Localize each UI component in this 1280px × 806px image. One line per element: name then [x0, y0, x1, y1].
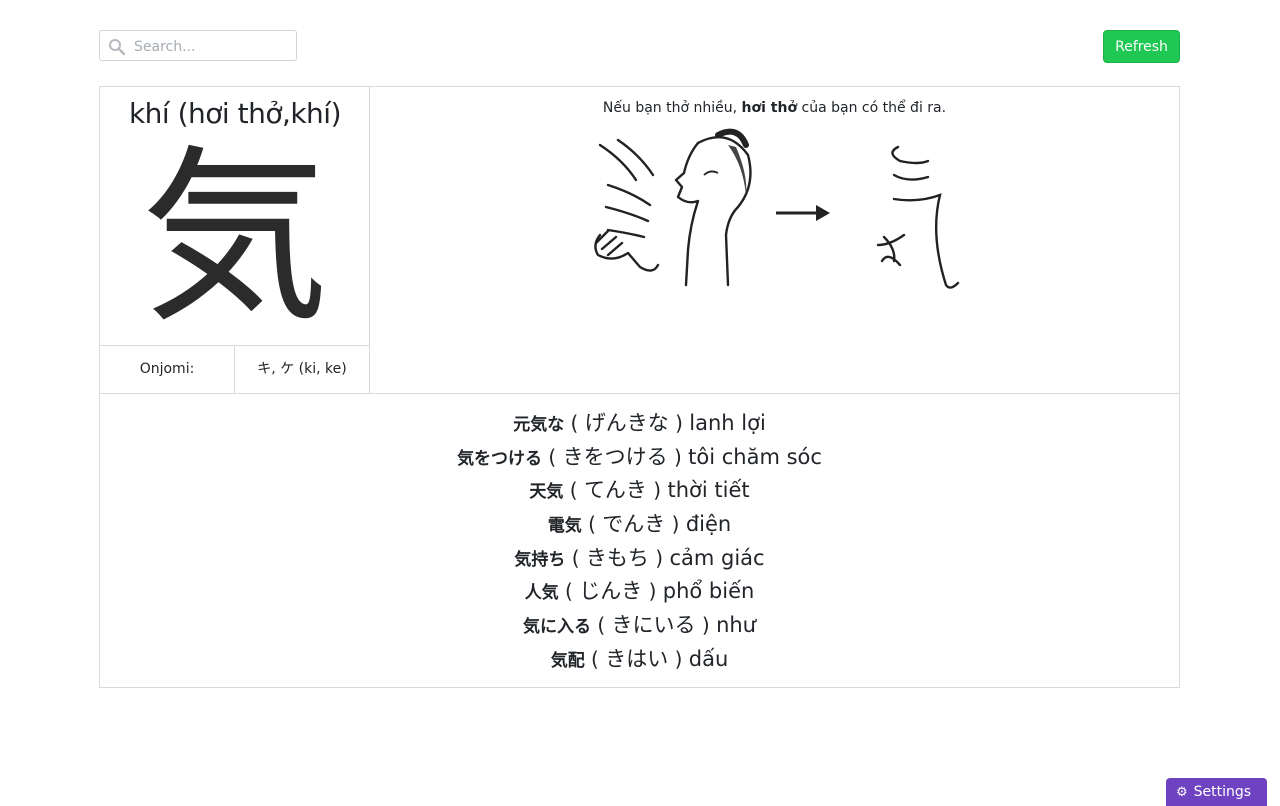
search-icon — [109, 39, 126, 56]
reading-row: Onjomi: キ, ケ (ki, ke) — [100, 345, 370, 393]
vocab-item: 人気 ( じんき ) phổ biến — [100, 575, 1179, 609]
reading-value: キ, ケ (ki, ke) — [257, 361, 347, 377]
refresh-button[interactable]: Refresh — [1103, 30, 1180, 63]
vocab-paren-open: ( — [581, 512, 603, 537]
vocab-paren-open: ( — [558, 579, 580, 604]
kanji-card: khí (hơi thở,khí) 気 Onjomi: キ, ケ (ki, ke… — [99, 86, 1180, 688]
vocab-meaning: phổ biến — [662, 579, 755, 604]
vocab-paren-close: ) — [668, 411, 690, 435]
vocab-kana: きもち — [585, 545, 649, 570]
vocab-item: 気に入る ( きにいる ) như — [100, 609, 1179, 643]
vocab-word: 電気 — [547, 516, 582, 537]
vocab-word: 人気 — [524, 583, 559, 604]
top-bar: Refresh — [99, 30, 1180, 64]
vocab-meaning: như — [716, 613, 756, 638]
vocab-item: 電気 ( でんき ) điện — [100, 508, 1179, 542]
mnemonic-before: Nếu bạn thở nhiều, — [602, 100, 742, 116]
arrow-right-icon — [776, 205, 830, 221]
vocab-meaning: lanh lợi — [689, 411, 766, 435]
vocab-paren-close: ) — [648, 545, 670, 570]
vocab-paren-open: ( — [564, 411, 585, 435]
vocab-kana: きをつける — [562, 444, 668, 469]
vocab-word: 元気な — [513, 415, 565, 435]
vocab-paren-close: ) — [668, 646, 689, 671]
vocab-word: 天気 — [529, 482, 564, 503]
vocabulary-list: 元気な ( げんきな ) lanh lợi 気をつける ( きをつける ) tôi… — [100, 393, 1179, 687]
vocab-item: 元気な ( げんきな ) lanh lợi — [100, 407, 1179, 441]
reading-label: Onjomi: — [100, 346, 235, 393]
vocab-word: 気に入る — [523, 617, 591, 638]
mnemonic-text: Nếu bạn thở nhiều, hơi thở của bạn có th… — [370, 100, 1179, 116]
vocab-paren-open: ( — [584, 646, 606, 671]
vocab-paren-open: ( — [563, 478, 584, 503]
vocab-word: 気持ち — [514, 549, 566, 570]
vocab-kana: でんき — [602, 512, 666, 537]
vocab-meaning: cảm giác — [669, 545, 765, 570]
vocab-paren-open: ( — [542, 444, 563, 469]
kanji-panel: khí (hơi thở,khí) 気 Onjomi: キ, ケ (ki, ke… — [100, 87, 370, 393]
vocab-paren-close: ) — [646, 478, 668, 503]
vocab-paren-open: ( — [591, 613, 612, 638]
mnemonic-illustration — [594, 128, 960, 289]
mnemonic-after: của bạn có thể đi ra. — [797, 100, 947, 116]
vocab-kana: てんき — [583, 478, 647, 503]
gear-icon: ⚙ — [1176, 785, 1188, 800]
vocab-item: 気配 ( きはい ) dấu — [100, 643, 1179, 677]
vocab-item: 気持ち ( きもち ) cảm giác — [100, 542, 1179, 576]
vocab-paren-close: ) — [642, 579, 663, 604]
vocab-paren-close: ) — [695, 613, 717, 638]
mnemonic-highlight: hơi thở — [741, 100, 798, 116]
vocab-meaning: thời tiết — [667, 478, 750, 503]
vocab-item: 天気 ( てんき ) thời tiết — [100, 474, 1179, 508]
vocab-kana: げんきな — [584, 411, 669, 435]
search-input[interactable] — [132, 35, 296, 59]
settings-label: Settings — [1193, 784, 1252, 800]
vocab-meaning: tôi chăm sóc — [688, 444, 822, 469]
vocab-kana: きはい — [605, 646, 669, 671]
vocab-kana: きにいる — [611, 613, 696, 638]
vocab-meaning: dấu — [688, 646, 729, 671]
vocab-meaning: điện — [685, 512, 732, 537]
kanji-character: 気 — [141, 129, 329, 348]
mnemonic-panel: Nếu bạn thở nhiều, hơi thở của bạn có th… — [370, 87, 1179, 393]
vocab-kana: じんき — [579, 579, 643, 604]
vocab-word: 気をつける — [457, 448, 543, 469]
vocab-paren-close: ) — [667, 444, 689, 469]
settings-button[interactable]: ⚙ Settings — [1166, 778, 1267, 806]
vocab-paren-close: ) — [665, 512, 686, 537]
vocab-paren-open: ( — [565, 545, 586, 570]
vocab-word: 気配 — [550, 650, 585, 671]
search-box[interactable] — [99, 30, 297, 61]
vocab-item: 気をつける ( きをつける ) tôi chăm sóc — [100, 441, 1179, 475]
kanji-meaning: khí (hơi thở,khí) — [128, 97, 342, 130]
